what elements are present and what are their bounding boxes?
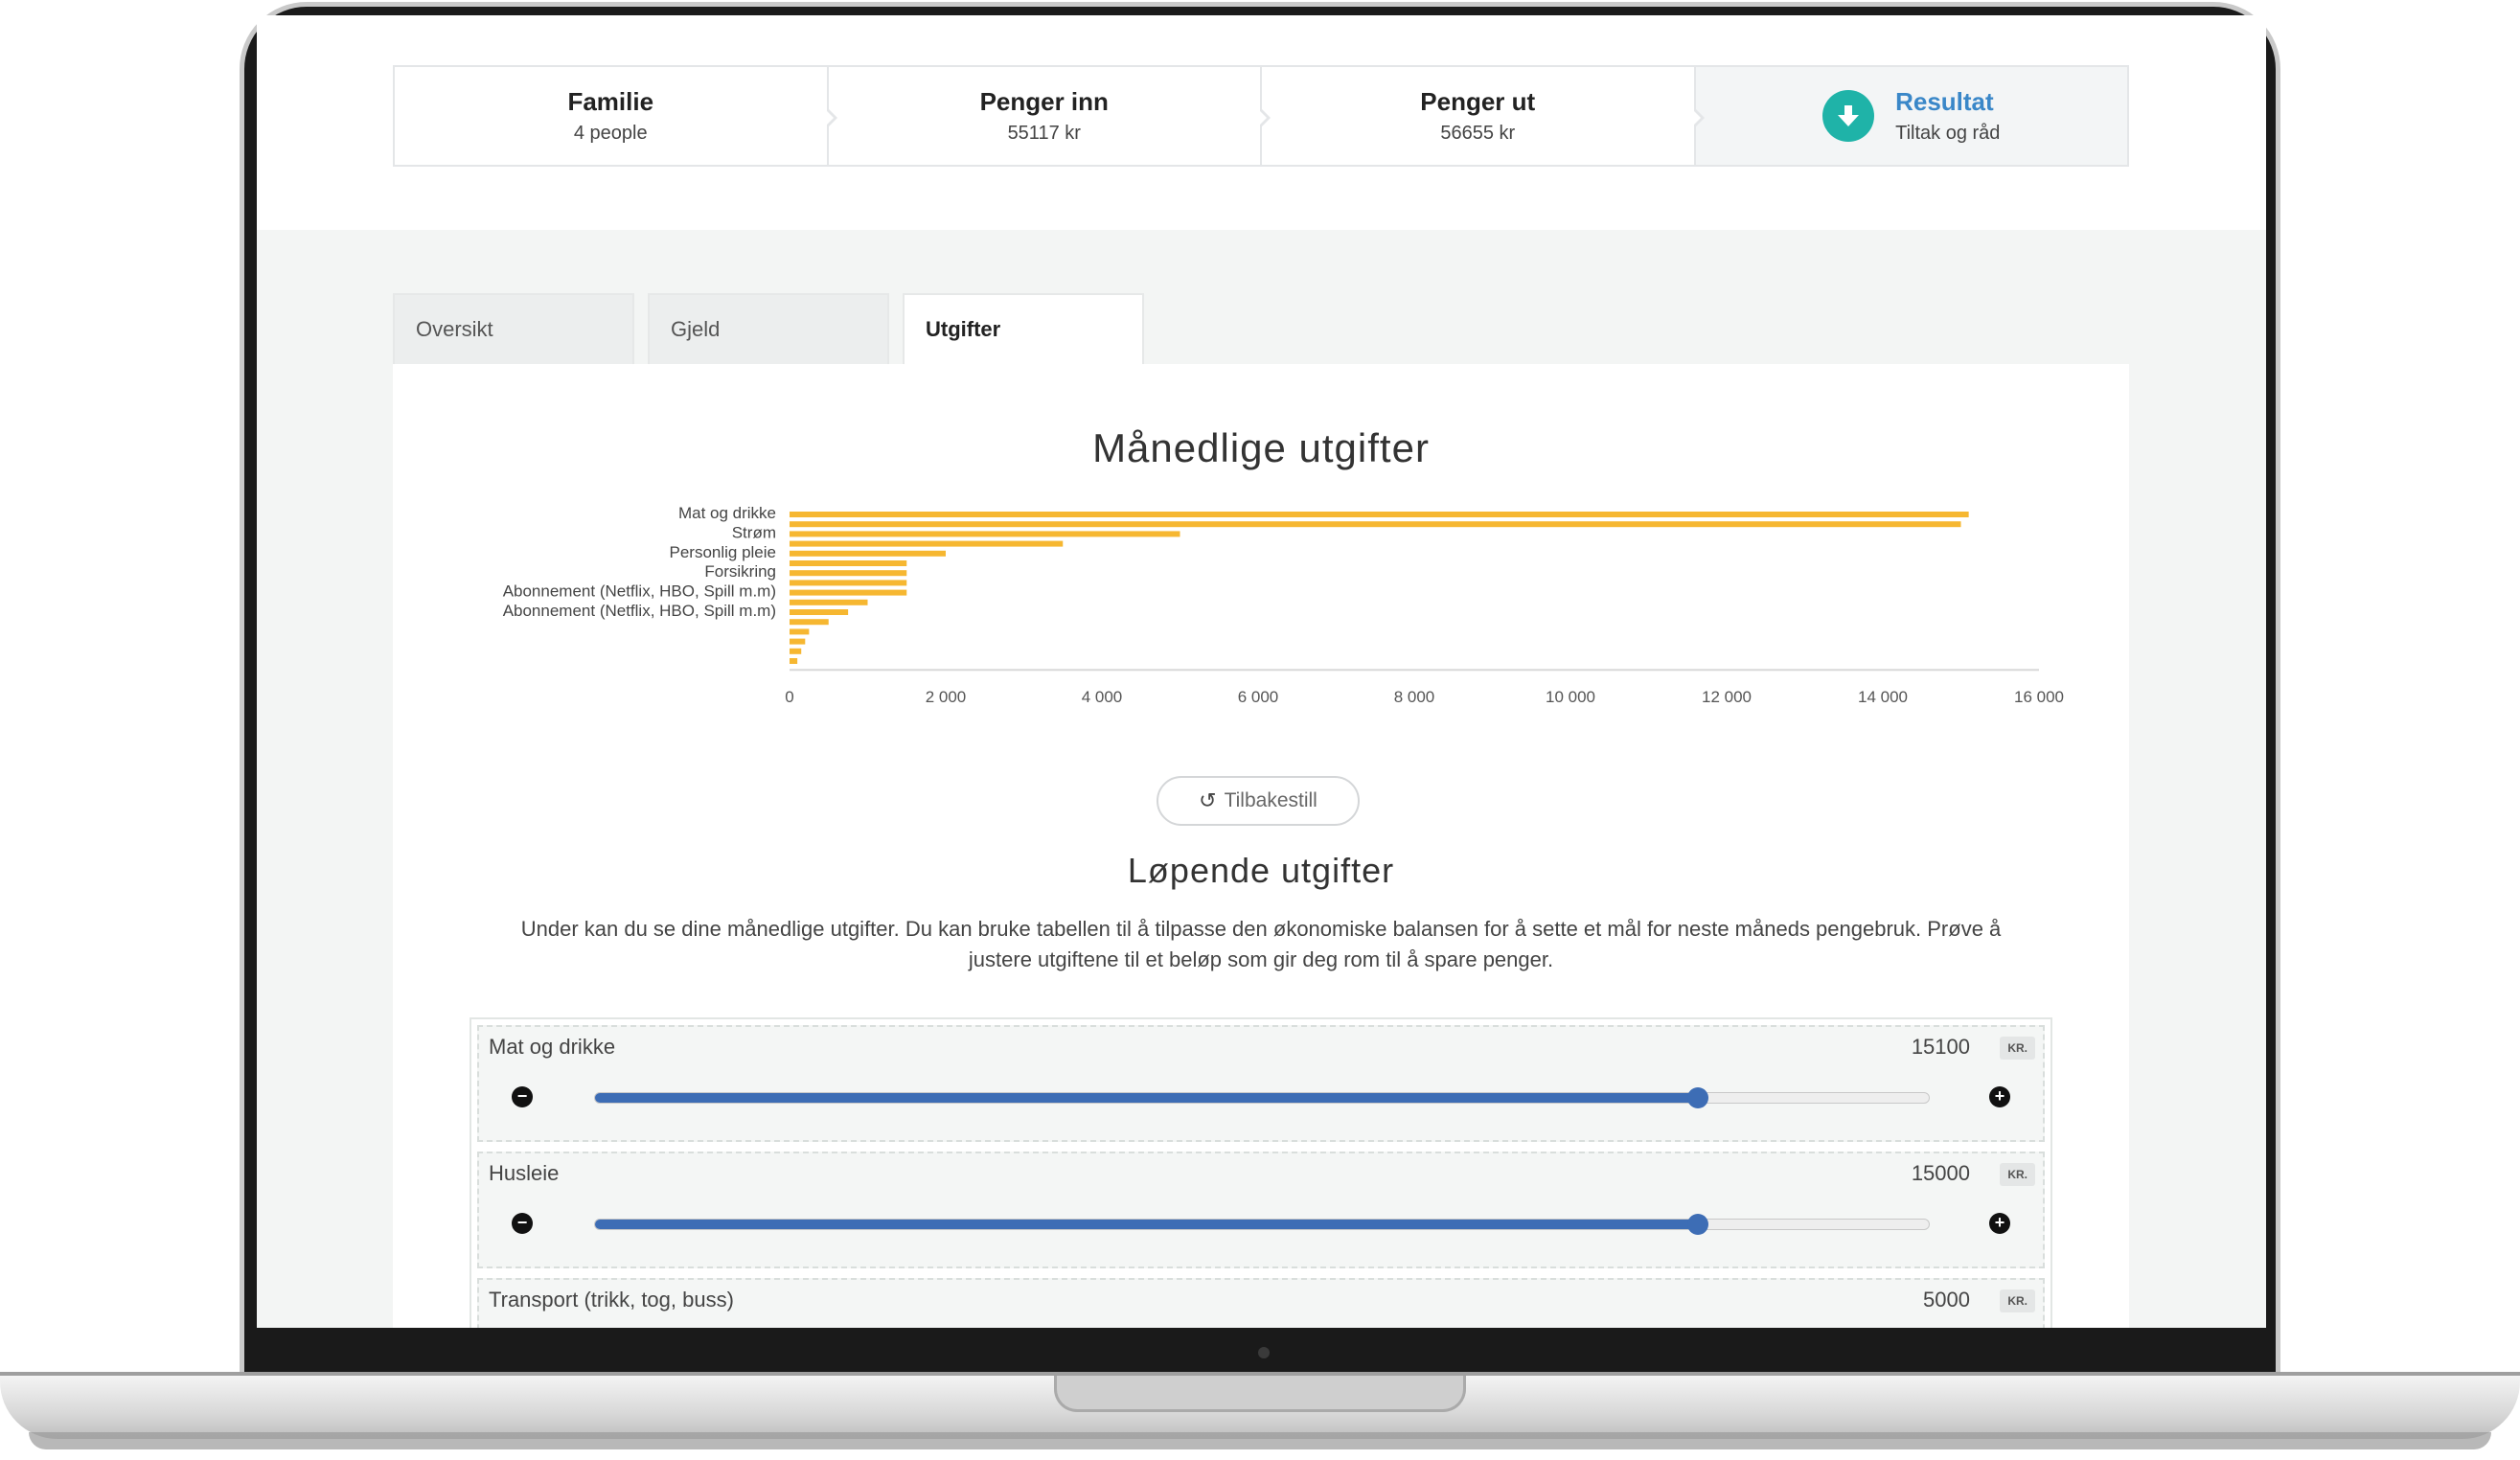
expense-slider-list: Mat og drikke 15100 KR. − + Husleie 15000 KR. − +…	[470, 1017, 2052, 1328]
step-title: Penger ut	[1420, 87, 1536, 116]
slider-track[interactable]	[594, 1087, 1930, 1108]
tab-bar: Oversikt Gjeld Utgifter	[393, 293, 1157, 366]
step-penger-inn[interactable]: Penger inn 55117 kr	[824, 67, 1261, 165]
step-subtitle: Tiltak og råd	[1895, 123, 2001, 144]
slider-handle[interactable]	[1687, 1087, 1709, 1108]
chart-bar[interactable]	[790, 589, 907, 596]
chart-bar[interactable]	[790, 560, 907, 566]
chart-bar[interactable]	[790, 609, 849, 615]
x-tick-label: 0	[785, 688, 793, 706]
x-tick-label: 16 000	[2014, 688, 2064, 706]
expense-value[interactable]: 5000	[1923, 1288, 1970, 1312]
expenses-panel: Månedlige utgifter Mat og drikke Strøm Per…	[393, 364, 2129, 1328]
chart-title: Månedlige utgifter	[1092, 425, 1430, 470]
chevron-right-icon	[824, 107, 837, 128]
laptop-notch	[1054, 1376, 1466, 1412]
tab-utgifter[interactable]: Utgifter	[903, 293, 1144, 366]
step-title: Familie	[567, 87, 654, 116]
x-tick-label: 4 000	[1082, 688, 1123, 706]
x-tick-label: 10 000	[1546, 688, 1595, 706]
slider-fill	[595, 1220, 1699, 1229]
expense-slider-row: Transport (trikk, tog, buss)5000KR.−+	[477, 1278, 2045, 1328]
reset-button[interactable]: ↺ Tilbakestill	[1157, 776, 1360, 826]
laptop-shadow	[29, 1432, 2491, 1449]
expense-label: Mat og drikke	[489, 1035, 616, 1059]
chart-bar[interactable]	[790, 580, 907, 586]
category-label: Forsikring	[704, 562, 776, 581]
chart-bar[interactable]	[790, 648, 802, 654]
expense-slider-row: Mat og drikke 15100 KR. − +	[477, 1025, 2045, 1142]
slider-fill	[595, 1093, 1699, 1103]
step-subtitle: 55117 kr	[1007, 123, 1081, 144]
step-resultat[interactable]: Resultat Tiltak og råd	[1691, 67, 2127, 165]
x-tick-label: 12 000	[1702, 688, 1752, 706]
main-content: Oversikt Gjeld Utgifter Månedlige utgift…	[257, 230, 2266, 1328]
chart-bar[interactable]	[790, 521, 1961, 528]
currency-badge: KR.	[2000, 1037, 2035, 1060]
camera-dot	[1258, 1347, 1270, 1358]
progress-steps: Familie 4 people Penger inn 55117 kr Pen…	[393, 65, 2129, 167]
minus-circle-icon[interactable]: −	[512, 1213, 533, 1234]
category-label: Strøm	[732, 523, 776, 541]
chart-bar[interactable]	[790, 628, 810, 635]
laptop-screen: Familie 4 people Penger inn 55117 kr Pen…	[257, 15, 2266, 1328]
reset-label: Tilbakestill	[1224, 789, 1317, 811]
category-label: Abonnement (Netflix, HBO, Spill m.m)	[503, 602, 776, 620]
section-title: Løpende utgifter	[1127, 851, 1395, 890]
top-bar: Familie 4 people Penger inn 55117 kr Pen…	[257, 15, 2266, 230]
expenses-chart: Mat og drikkeStrøm Personlig pleieForsikr…	[503, 504, 2064, 706]
slider-handle[interactable]	[1687, 1214, 1709, 1235]
chevron-right-icon	[1691, 107, 1705, 128]
x-tick-label: 2 000	[926, 688, 967, 706]
plus-circle-icon[interactable]: +	[1989, 1213, 2010, 1234]
tab-gjeld[interactable]: Gjeld	[648, 293, 889, 366]
currency-badge: KR.	[2000, 1163, 2035, 1186]
category-label: Abonnement (Netflix, HBO, Spill m.m)	[503, 582, 776, 601]
chart-bar[interactable]	[790, 540, 1064, 547]
chart-bar[interactable]	[790, 658, 798, 664]
step-title: Resultat	[1895, 87, 1994, 116]
x-tick-label: 14 000	[1858, 688, 1908, 706]
x-tick-label: 8 000	[1394, 688, 1435, 706]
step-penger-ut[interactable]: Penger ut 56655 kr	[1258, 67, 1694, 165]
step-subtitle: 4 people	[573, 123, 648, 144]
chevron-right-icon	[1258, 107, 1271, 128]
currency-badge: KR.	[2000, 1289, 2035, 1312]
step-familie[interactable]: Familie 4 people	[395, 67, 827, 165]
step-title: Penger inn	[979, 87, 1109, 116]
category-label: Mat og drikke	[678, 504, 776, 522]
chart-bar[interactable]	[790, 570, 907, 577]
tab-oversikt[interactable]: Oversikt	[393, 293, 634, 366]
download-icon[interactable]	[1822, 90, 1875, 142]
chart-bar[interactable]	[790, 531, 1180, 537]
x-tick-label: 6 000	[1238, 688, 1279, 706]
chart-bar[interactable]	[790, 550, 946, 557]
undo-icon: ↺	[1199, 788, 1217, 812]
step-subtitle: 56655 kr	[1440, 123, 1516, 144]
chart-bar[interactable]	[790, 619, 829, 626]
step-texts: Resultat Tiltak og råd	[1895, 87, 2000, 145]
category-label: Personlig pleie	[669, 543, 776, 561]
expense-value[interactable]: 15000	[1912, 1161, 1970, 1186]
chart-bar[interactable]	[790, 512, 1969, 517]
expense-slider-row: Husleie 15000 KR. − +	[477, 1152, 2045, 1268]
section-description: Under kan du se dine månedlige utgifter.…	[520, 917, 2002, 971]
chart-bar[interactable]	[790, 599, 868, 605]
plus-circle-icon[interactable]: +	[1989, 1086, 2010, 1107]
minus-circle-icon[interactable]: −	[512, 1086, 533, 1107]
expense-value[interactable]: 15100	[1912, 1035, 1970, 1060]
chart-bar[interactable]	[790, 638, 806, 645]
expense-label: Husleie	[489, 1161, 560, 1185]
expense-label: Transport (trikk, tog, buss)	[489, 1288, 734, 1312]
slider-track[interactable]	[594, 1214, 1930, 1235]
